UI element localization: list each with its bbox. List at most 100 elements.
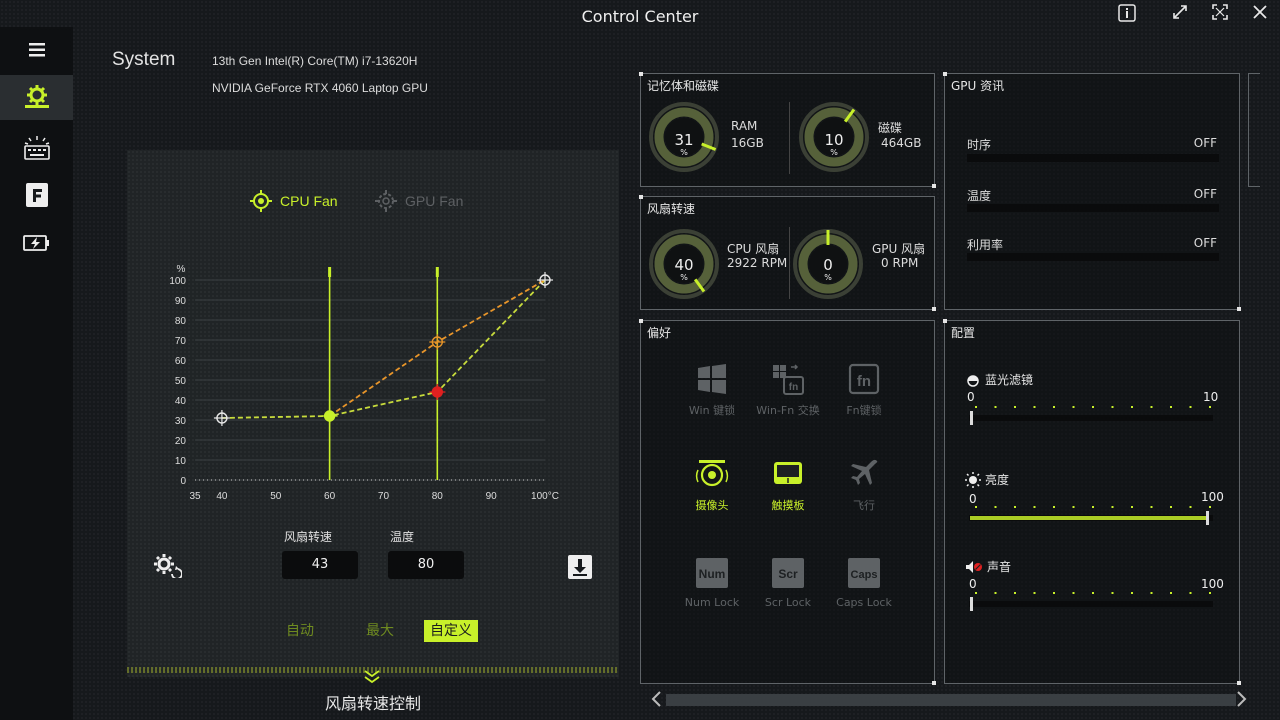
chevron-right-icon[interactable] — [1236, 690, 1248, 712]
divider — [789, 227, 790, 299]
num-lock-indicator[interactable]: Num Num Lock — [672, 557, 752, 609]
scroll-lock-label: Scr Lock — [764, 596, 812, 609]
airplane-icon — [851, 459, 878, 485]
info-icon[interactable] — [1117, 4, 1137, 24]
temperature-marker-handle[interactable] — [435, 267, 439, 277]
slider-tick — [1053, 406, 1055, 408]
curve-point[interactable] — [537, 272, 553, 288]
slider-tick — [1033, 406, 1036, 408]
horizontal-scrollbar[interactable] — [666, 694, 1236, 706]
chevron-left-icon[interactable] — [650, 690, 662, 712]
webcam-toggle[interactable]: 摄像头 — [672, 458, 752, 513]
scroll-lock-indicator[interactable]: Scr Scr Lock — [748, 557, 828, 609]
y-tick-label: 60 — [175, 356, 187, 367]
volume-slider[interactable] — [969, 591, 1213, 615]
menu-icon[interactable] — [0, 27, 73, 72]
slider-tick — [1033, 506, 1036, 508]
win-lock-toggle[interactable]: Win 键锁 — [672, 363, 752, 418]
flexikey-icon[interactable] — [0, 172, 73, 217]
win-fn-swap-toggle[interactable]: fn Win-Fn 交换 — [748, 363, 828, 418]
slider-tick — [1014, 506, 1016, 508]
brightness-slider[interactable] — [969, 505, 1213, 529]
cpu-name: 13th Gen Intel(R) Core(TM) i7-13620H — [212, 54, 418, 68]
slider-tick — [975, 506, 977, 508]
blue-light-max: 10 — [1203, 390, 1219, 404]
y-tick-label: 40 — [175, 396, 187, 407]
svg-text:fn: fn — [857, 373, 871, 390]
curve-point[interactable] — [213, 410, 230, 426]
caps-lock-label: Caps Lock — [836, 596, 892, 609]
slider-tick — [1150, 406, 1153, 408]
x-tick-label: 70 — [378, 491, 390, 502]
x-tick-label: 40 — [216, 491, 228, 502]
curve-point-ghost[interactable] — [429, 334, 446, 350]
divider — [789, 102, 790, 174]
slider-thumb[interactable] — [970, 411, 973, 425]
svg-text:Caps: Caps — [851, 569, 878, 581]
slider-tick — [1209, 592, 1211, 594]
slider-tick — [1092, 592, 1094, 594]
y-axis-label: % — [177, 264, 186, 275]
fn-lock-icon: fn — [848, 363, 880, 395]
curve-point-active[interactable] — [321, 408, 338, 424]
config-title: 配置 — [951, 326, 976, 340]
y-tick-label: 0 — [180, 476, 186, 487]
fan-speed-title: 风扇转速 — [647, 202, 696, 216]
disk-percent: 10 — [824, 131, 844, 149]
win-fn-swap-label: Win-Fn 交换 — [756, 404, 820, 417]
x-tick-label: 35 — [189, 491, 201, 502]
slider-tick — [1014, 406, 1016, 408]
gpu-fan-label: GPU 风扇 — [872, 242, 926, 256]
gpu-fan-rpm: 0 RPM — [881, 256, 919, 270]
slider-tick — [1111, 592, 1114, 594]
reset-settings-icon[interactable] — [152, 552, 183, 582]
window-title: Control Center — [581, 7, 699, 26]
slider-tick — [994, 592, 997, 594]
brightness-min: 0 — [969, 492, 977, 506]
gear-icon[interactable] — [0, 75, 73, 120]
scroll-lock-icon: Scr — [772, 558, 804, 588]
gpu-row-bar — [967, 204, 1219, 212]
airplane-toggle[interactable]: 飞行 — [824, 458, 904, 513]
slider-track — [969, 415, 1213, 421]
close-icon[interactable] — [1250, 4, 1270, 24]
cpu-fan-unit: % — [680, 273, 688, 282]
win-fn-swap-icon: fn — [773, 364, 804, 395]
battery-charge-icon[interactable] — [0, 220, 73, 265]
keyboard-backlight-icon[interactable] — [0, 125, 73, 170]
speed-value-field[interactable]: 43 — [282, 551, 358, 579]
minimize-icon[interactable] — [1170, 4, 1190, 24]
disk-size: 464GB — [881, 136, 922, 150]
blue-light-slider[interactable] — [969, 405, 1213, 429]
x-tick-label: 100°C — [531, 491, 559, 502]
fan-speed-panel: 风扇转速 40 % CPU 风扇 2922 RPM 0 % GPU 风扇 0 R… — [639, 195, 936, 311]
gpu-name: NVIDIA GeForce RTX 4060 Laptop GPU — [212, 81, 428, 95]
cpu-fan-label: CPU 风扇 — [727, 242, 780, 256]
chevron-down-icon[interactable] — [363, 669, 381, 688]
maximize-icon[interactable] — [1210, 4, 1230, 24]
touchpad-toggle[interactable]: 触摸板 — [748, 458, 828, 513]
disk-label: 磁碟 — [878, 121, 903, 135]
y-tick-label: 50 — [175, 376, 187, 387]
blue-light-min: 0 — [967, 390, 975, 404]
gpu-row-value: OFF — [1193, 236, 1217, 250]
disk-unit: % — [830, 148, 838, 157]
temperature-marker-handle[interactable] — [328, 267, 332, 277]
collapsed-panel[interactable] — [1248, 73, 1260, 187]
slider-tick — [1033, 592, 1036, 594]
slider-tick — [1150, 506, 1153, 508]
fan-curve-chart[interactable]: 0 10 20 30 40 50 60 70 80 90 100 35 40 50 60 70 80 90 100… — [150, 255, 580, 505]
fn-lock-toggle[interactable]: fn Fn键锁 — [824, 363, 904, 418]
temperature-value-field[interactable]: 80 — [388, 551, 464, 579]
tab-cpu-fan[interactable]: CPU Fan — [250, 190, 338, 212]
tab-gpu-fan[interactable]: GPU Fan — [375, 190, 463, 212]
webcam-icon — [695, 460, 729, 487]
slider-thumb[interactable] — [970, 597, 973, 611]
caps-lock-indicator[interactable]: Caps Caps Lock — [824, 557, 904, 609]
mode-auto-button[interactable]: 自动 — [280, 620, 320, 642]
download-icon[interactable] — [568, 555, 592, 579]
mode-custom-button[interactable]: 自定义 — [424, 620, 478, 642]
volume-max: 100 — [1201, 577, 1224, 591]
slider-thumb[interactable] — [1206, 511, 1209, 525]
mode-max-button[interactable]: 最大 — [360, 620, 400, 642]
